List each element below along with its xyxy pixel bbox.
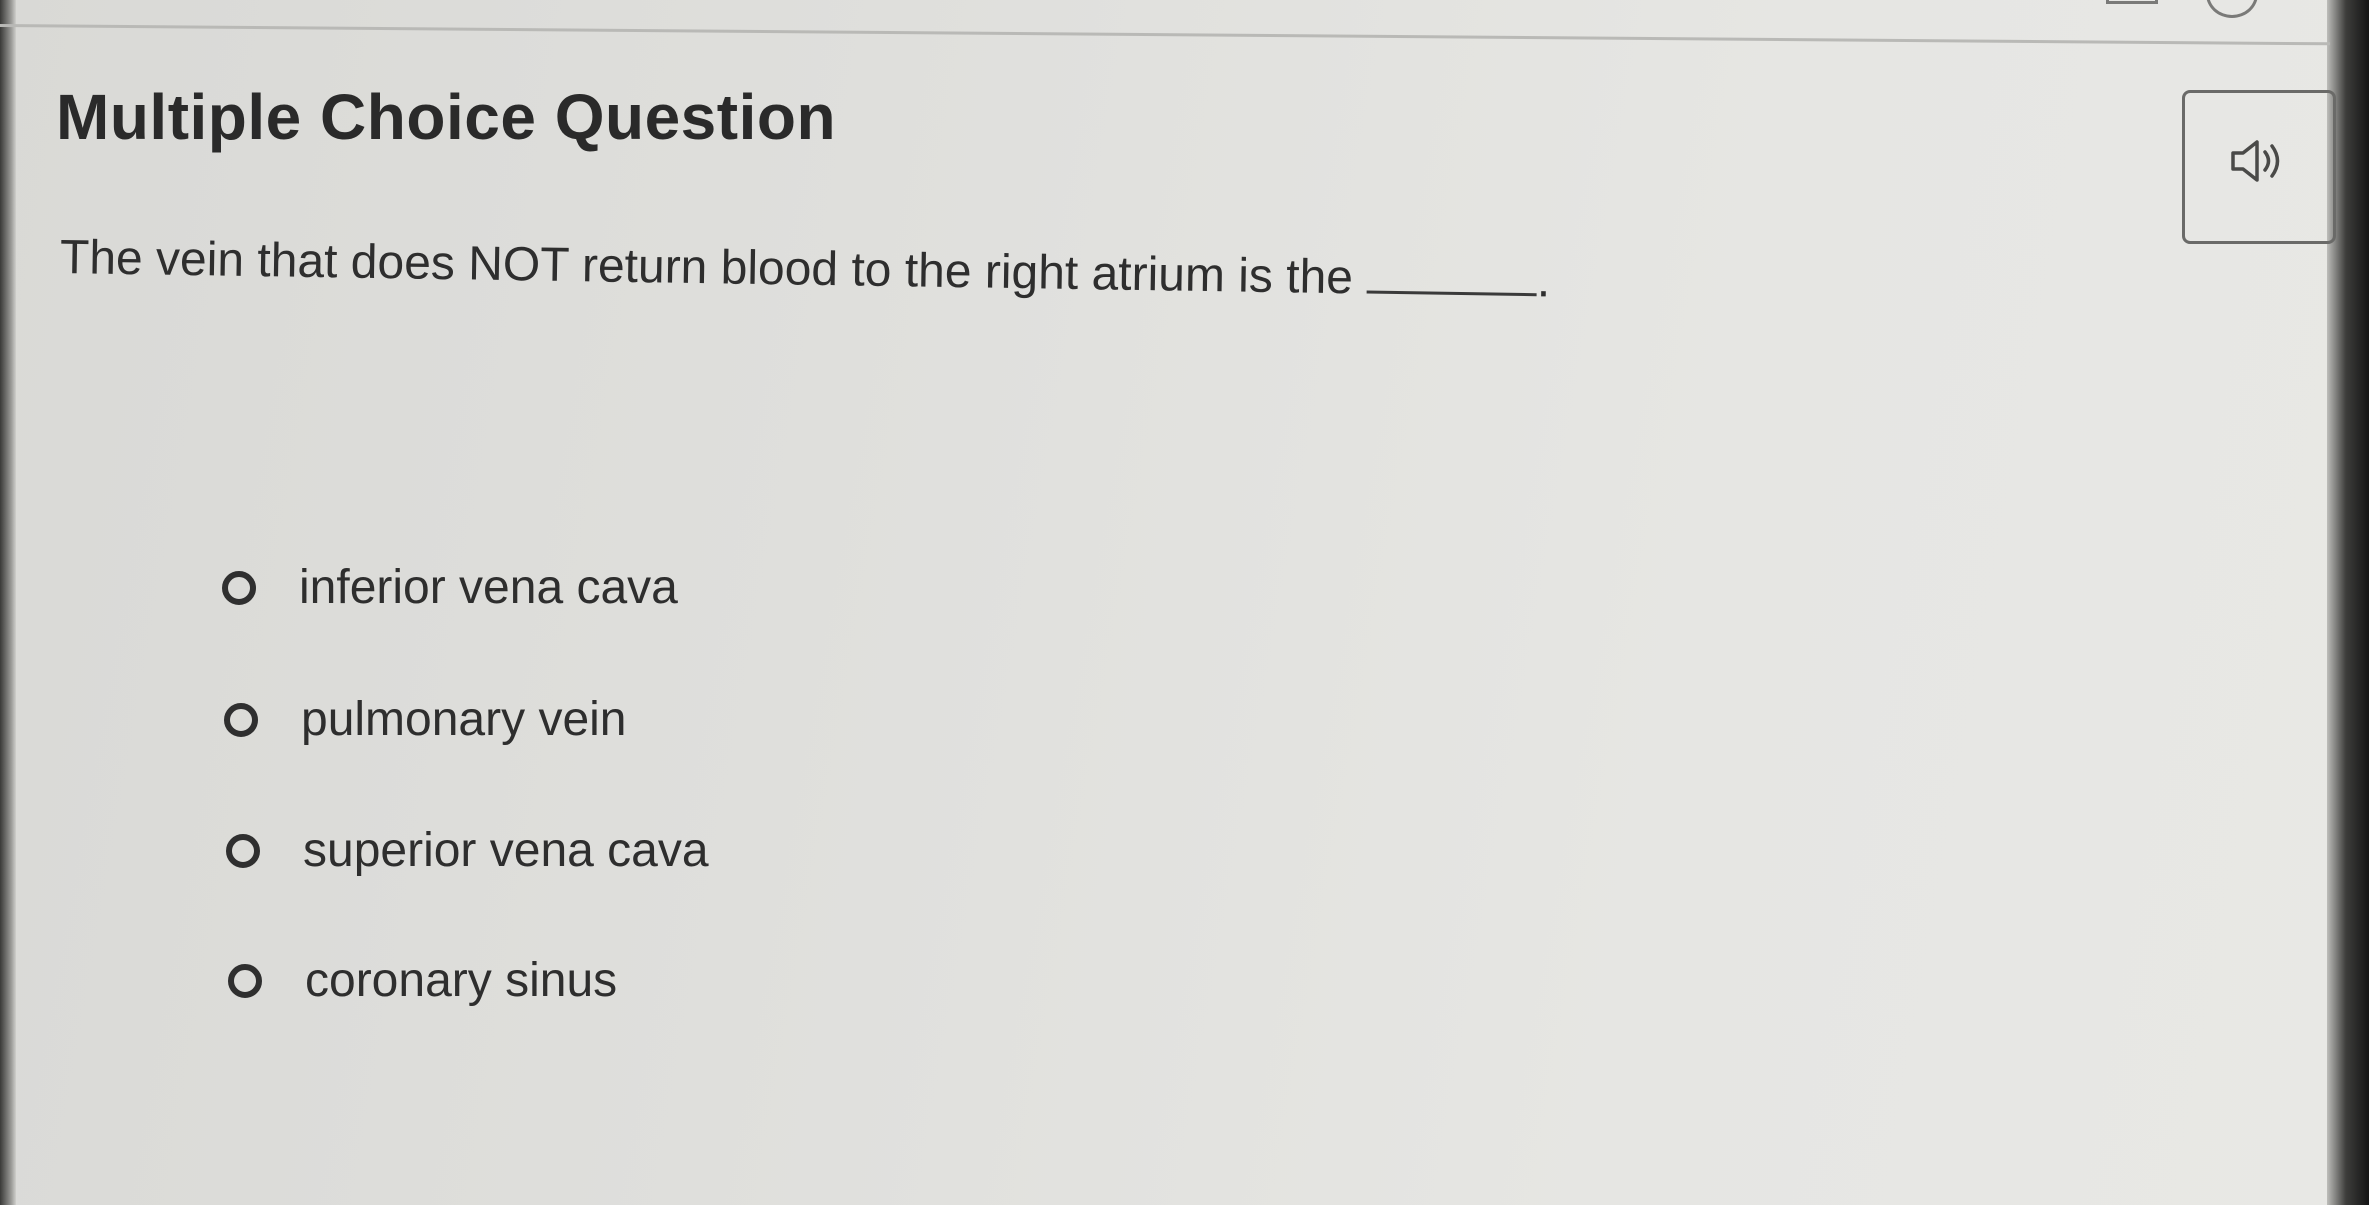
speaker-icon (2227, 139, 2291, 193)
question-prompt: The vein that does NOT return blood to t… (60, 230, 1551, 308)
radio-button[interactable] (228, 963, 262, 998)
option-inferior-vena-cava[interactable]: inferior vena cava (222, 560, 678, 615)
answer-blank (1366, 250, 1538, 297)
question-end-punctuation: . (1536, 254, 1551, 308)
option-superior-vena-cava[interactable]: superior vena cava (226, 823, 709, 878)
option-label: coronary sinus (305, 954, 618, 1007)
option-label: superior vena cava (303, 824, 709, 877)
toolbar-edge-circle-button[interactable] (2206, 0, 2258, 18)
header-divider (0, 24, 2330, 46)
option-coronary-sinus[interactable]: coronary sinus (228, 953, 617, 1008)
toolbar-edge-button[interactable] (2106, 0, 2158, 4)
screen-bezel-left (0, 0, 16, 1205)
option-label: inferior vena cava (299, 561, 678, 614)
read-aloud-button[interactable] (2182, 90, 2336, 244)
radio-button[interactable] (226, 833, 260, 868)
page-title: Multiple Choice Question (56, 81, 837, 153)
option-pulmonary-vein[interactable]: pulmonary vein (224, 692, 627, 747)
screen: Multiple Choice Question The vein that d… (0, 0, 2369, 1205)
option-label: pulmonary vein (301, 693, 627, 746)
question-text: The vein that does NOT return blood to t… (59, 231, 1354, 305)
radio-button[interactable] (222, 570, 256, 605)
radio-button[interactable] (224, 702, 258, 737)
